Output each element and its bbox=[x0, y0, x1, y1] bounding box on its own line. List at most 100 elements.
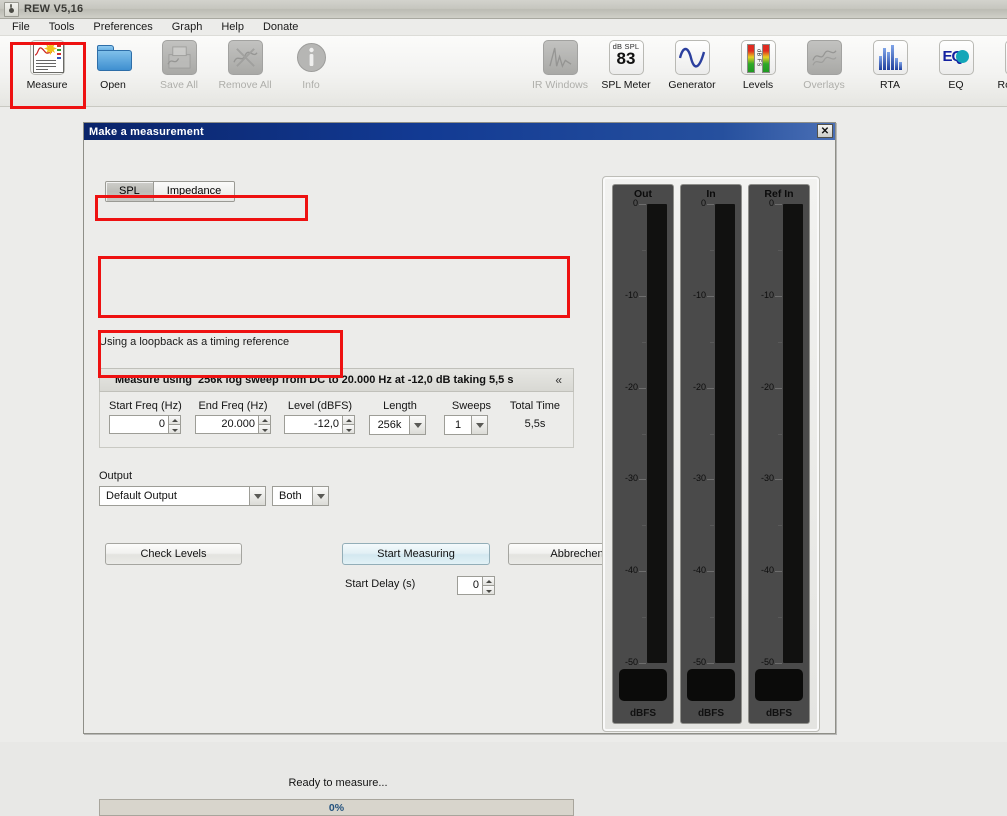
tab-impedance[interactable]: Impedance bbox=[154, 182, 234, 201]
toolbar-label-ir-windows: IR Windows bbox=[532, 79, 588, 91]
info-glyph bbox=[294, 40, 329, 75]
meter-ref-in-unit: dBFS bbox=[749, 708, 809, 719]
combo-output-device[interactable]: Default Output bbox=[99, 486, 266, 506]
levels-icon: dB FS bbox=[741, 40, 776, 75]
measurement-type-tabs: SPL Impedance bbox=[105, 181, 235, 202]
ir-windows-glyph bbox=[548, 45, 573, 70]
overlays-glyph bbox=[812, 45, 837, 70]
input-start-delay[interactable]: 0 bbox=[457, 576, 483, 595]
toolbar-label-remove-all: Remove All bbox=[218, 79, 271, 91]
field-sweeps: Sweeps 1 bbox=[444, 400, 499, 435]
eq-icon: EQ bbox=[939, 40, 974, 75]
dialog-title: Make a measurement bbox=[89, 126, 204, 138]
meter-tick-2: -20 bbox=[625, 382, 638, 392]
combo-output-channel-value: Both bbox=[272, 486, 312, 506]
toolbar-button-levels[interactable]: dB FS Levels bbox=[725, 36, 791, 91]
field-start-freq: Start Freq (Hz) 0 bbox=[109, 400, 181, 434]
rta-icon bbox=[873, 40, 908, 75]
menu-file[interactable]: File bbox=[10, 20, 38, 35]
input-end-freq[interactable]: 20.000 bbox=[195, 415, 259, 434]
combo-sweeps[interactable]: 1 bbox=[444, 415, 488, 435]
meter-tick-1: -10 bbox=[693, 290, 706, 300]
chevron-down-icon[interactable] bbox=[312, 486, 329, 506]
chevron-down-icon[interactable] bbox=[471, 415, 488, 435]
close-icon[interactable]: ✕ bbox=[817, 124, 833, 138]
start-measuring-button[interactable]: Start Measuring bbox=[342, 543, 490, 565]
toolbar-label-generator: Generator bbox=[668, 79, 715, 91]
meter-out: Out 0 -10 -20 -30 -40 -50 bbox=[612, 184, 674, 724]
menu-preferences[interactable]: Preferences bbox=[91, 20, 160, 35]
dialog-left-pane: SPL Impedance Using a loopback as a timi… bbox=[84, 140, 592, 735]
input-start-freq[interactable]: 0 bbox=[109, 415, 169, 434]
spinner-level[interactable] bbox=[343, 415, 355, 434]
menu-graph[interactable]: Graph bbox=[170, 20, 211, 35]
tab-spl[interactable]: SPL bbox=[106, 182, 154, 201]
check-levels-button[interactable]: Check Levels bbox=[105, 543, 242, 565]
meter-tick-2: -20 bbox=[693, 382, 706, 392]
value-total-time: 5,5s bbox=[504, 415, 566, 434]
toolbar-label-info: Info bbox=[302, 79, 320, 91]
menu-bar: File Tools Preferences Graph Help Donate bbox=[0, 19, 1007, 36]
toolbar-button-spl-meter[interactable]: dB SPL 83 SPL Meter bbox=[593, 36, 659, 91]
toolbar-button-measure[interactable]: Measure bbox=[14, 36, 80, 91]
meter-out-scale: 0 -10 -20 -30 -40 -50 bbox=[613, 204, 647, 663]
info-icon bbox=[294, 40, 329, 75]
window-title: REW V5,16 bbox=[24, 3, 83, 15]
loopback-timing-note: Using a loopback as a timing reference bbox=[99, 336, 289, 348]
meter-in-scale: 0 -10 -20 -30 -40 -50 bbox=[681, 204, 715, 663]
meter-tick-3: -30 bbox=[761, 473, 774, 483]
toolbar-button-open[interactable]: Open bbox=[80, 36, 146, 91]
chevron-down-icon[interactable] bbox=[409, 415, 426, 435]
spinner-start-delay[interactable] bbox=[483, 576, 495, 595]
chevron-up-icon[interactable]: « bbox=[555, 375, 562, 385]
toolbar-label-room-sim: Room Sim bbox=[997, 79, 1007, 91]
sine-wave-glyph bbox=[679, 44, 706, 71]
toolbar-button-ir-windows: IR Windows bbox=[527, 36, 593, 91]
toolbar-button-eq[interactable]: EQ EQ bbox=[923, 36, 989, 91]
meter-tick-4: -40 bbox=[625, 565, 638, 575]
field-length: Length 256k bbox=[369, 400, 431, 435]
menu-tools[interactable]: Tools bbox=[47, 20, 83, 35]
measure-using-header[interactable]: Measure using 256k log sweep from DC to … bbox=[99, 368, 574, 392]
sun-glyph bbox=[44, 42, 57, 55]
input-level[interactable]: -12,0 bbox=[284, 415, 343, 434]
meter-out-name: Out bbox=[613, 188, 673, 200]
java-app-icon bbox=[4, 2, 19, 17]
meter-tick-1: -10 bbox=[761, 290, 774, 300]
status-message: Ready to measure... bbox=[84, 777, 592, 789]
spl-meter-value: 83 bbox=[609, 49, 644, 69]
main-toolbar: Measure Open bbox=[0, 36, 1007, 107]
toolbar-button-save-all: Save All bbox=[146, 36, 212, 91]
menu-help[interactable]: Help bbox=[219, 20, 252, 35]
spinner-start-freq[interactable] bbox=[169, 415, 181, 434]
field-level: Level (dBFS) -12,0 bbox=[284, 400, 356, 434]
chevron-down-icon[interactable] bbox=[249, 486, 266, 506]
toolbar-label-levels: Levels bbox=[743, 79, 773, 91]
toolbar-button-room-sim[interactable]: Room Sim bbox=[989, 36, 1007, 91]
meter-in: In 0 -10 -20 -30 -40 -50 bbox=[680, 184, 742, 724]
toolbar-button-remove-all: Remove All bbox=[212, 36, 278, 91]
combo-length[interactable]: 256k bbox=[369, 415, 426, 435]
meter-in-unit: dBFS bbox=[681, 708, 741, 719]
toolbar-label-eq: EQ bbox=[948, 79, 963, 91]
spinner-end-freq[interactable] bbox=[259, 415, 271, 434]
label-sweeps: Sweeps bbox=[444, 400, 499, 412]
rew-main-window: REW V5,16 File Tools Preferences Graph H… bbox=[0, 0, 1007, 742]
combo-output-device-value: Default Output bbox=[99, 486, 249, 506]
dialog-body: SPL Impedance Using a loopback as a timi… bbox=[84, 140, 835, 735]
combo-length-value: 256k bbox=[369, 415, 409, 435]
measure-icon bbox=[30, 40, 65, 75]
level-meters-panel: Out 0 -10 -20 -30 -40 -50 bbox=[602, 176, 820, 732]
toolbar-button-generator[interactable]: Generator bbox=[659, 36, 725, 91]
output-section: Output Default Output Both bbox=[99, 470, 349, 518]
meter-ref-in-name: Ref In bbox=[749, 188, 809, 200]
progress-bar: 0% bbox=[99, 799, 574, 816]
toolbar-label-open: Open bbox=[100, 79, 126, 91]
menu-donate[interactable]: Donate bbox=[261, 20, 306, 35]
toolbar-label-measure: Measure bbox=[27, 79, 68, 91]
ir-windows-icon bbox=[543, 40, 578, 75]
toolbar-button-rta[interactable]: RTA bbox=[857, 36, 923, 91]
meter-ref-in-readout bbox=[755, 669, 803, 701]
label-start-freq: Start Freq (Hz) bbox=[109, 400, 181, 412]
combo-output-channel[interactable]: Both bbox=[272, 486, 329, 506]
